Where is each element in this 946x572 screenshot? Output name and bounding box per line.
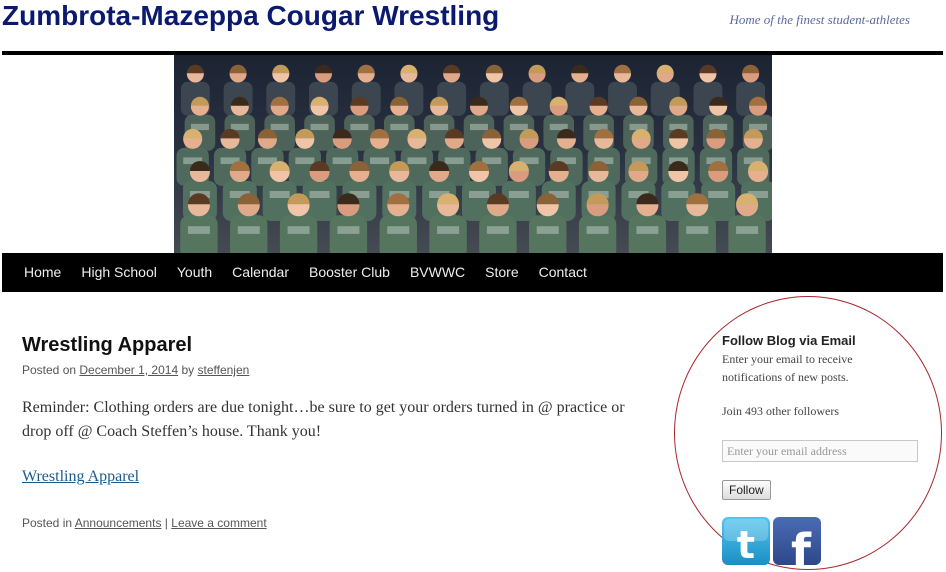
footer-separator: |	[164, 516, 168, 530]
post-footer-prefix: Posted in	[22, 516, 73, 530]
main-navigation: Home High School Youth Calendar Booster …	[2, 253, 943, 292]
post-meta: Posted on December 1, 2014 by steffenjen	[22, 363, 249, 377]
email-input[interactable]	[722, 440, 918, 462]
post-footer: Posted in Announcements | Leave a commen…	[22, 516, 267, 530]
post-meta-prefix: Posted on	[22, 363, 77, 377]
site-tagline: Home of the finest student-athletes	[729, 12, 910, 27]
follow-widget-description: Enter your email to receive notification…	[722, 352, 853, 384]
nav-item-bvwwc[interactable]: BVWWC	[400, 253, 475, 292]
post-author-link[interactable]: steffenjen	[198, 363, 250, 377]
post-body: Reminder: Clothing orders are due tonigh…	[22, 399, 625, 440]
follow-button[interactable]: Follow	[722, 480, 771, 500]
follower-count: Join 493 other followers	[722, 404, 839, 418]
nav-item-youth[interactable]: Youth	[167, 253, 222, 292]
team-photo-banner	[174, 55, 772, 253]
leave-comment-link[interactable]: Leave a comment	[171, 516, 266, 530]
follow-widget-title: Follow Blog via Email	[722, 333, 856, 348]
site-title[interactable]: Zumbrota-Mazeppa Cougar Wrestling	[2, 0, 499, 34]
post-date-link[interactable]: December 1, 2014	[79, 363, 178, 377]
svg-text:t: t	[737, 523, 755, 565]
nav-item-store[interactable]: Store	[475, 253, 528, 292]
category-link[interactable]: Announcements	[75, 516, 162, 530]
twitter-icon[interactable]: t	[722, 517, 770, 565]
nav-item-high-school[interactable]: High School	[71, 253, 167, 292]
wrestling-apparel-link[interactable]: Wrestling Apparel	[22, 468, 139, 486]
nav-item-home[interactable]: Home	[14, 253, 71, 292]
post-meta-by: by	[181, 363, 195, 377]
facebook-icon[interactable]: f	[773, 517, 821, 565]
svg-text:f: f	[791, 524, 812, 565]
post-title[interactable]: Wrestling Apparel	[22, 334, 192, 357]
nav-item-calendar[interactable]: Calendar	[222, 253, 299, 292]
nav-item-contact[interactable]: Contact	[529, 253, 597, 292]
nav-item-booster-club[interactable]: Booster Club	[299, 253, 400, 292]
